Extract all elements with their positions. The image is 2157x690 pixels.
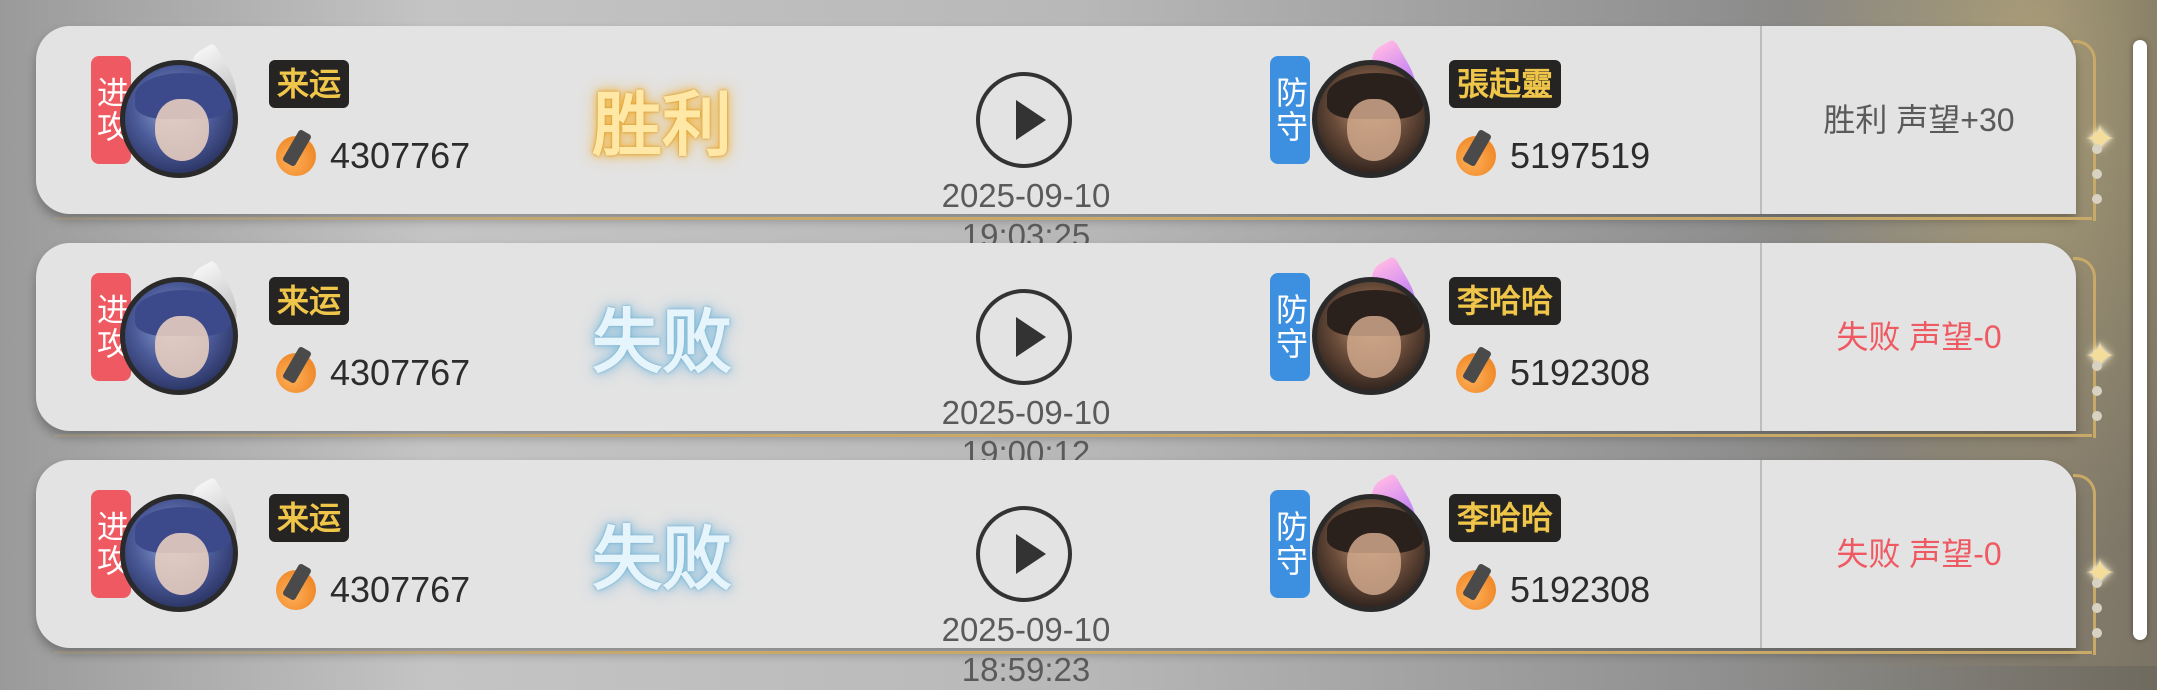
power-icon bbox=[276, 570, 316, 610]
attacker-avatar[interactable] bbox=[120, 277, 238, 395]
scrollbar[interactable] bbox=[2133, 40, 2147, 640]
battle-record-row: 进攻 来运 4307767 胜利 2025-09-10 19:03:25 防守 … bbox=[36, 26, 2116, 254]
attacker-power: 4307767 bbox=[330, 135, 471, 176]
power-icon bbox=[276, 136, 316, 176]
battle-result: 失败 bbox=[592, 518, 732, 600]
attacker-name: 来运 bbox=[269, 277, 350, 325]
play-icon bbox=[1016, 534, 1046, 574]
defend-tag: 防守 bbox=[1270, 273, 1310, 381]
defend-tag: 防守 bbox=[1270, 56, 1310, 164]
replay-play-button[interactable] bbox=[976, 72, 1072, 168]
defender-avatar[interactable] bbox=[1312, 494, 1430, 612]
power-icon bbox=[276, 353, 316, 393]
power-icon bbox=[1456, 570, 1496, 610]
battle-record-row: 进攻 来运 4307767 失败 2025-09-10 19:00:12 防守 … bbox=[36, 243, 2116, 471]
defend-tag: 防守 bbox=[1270, 490, 1310, 598]
battle-result: 胜利 bbox=[592, 84, 732, 166]
battle-record-list: 进攻 来运 4307767 胜利 2025-09-10 19:03:25 防守 … bbox=[0, 0, 2157, 688]
defender-name: 李哈哈 bbox=[1449, 277, 1562, 325]
attacker-avatar[interactable] bbox=[120, 60, 238, 178]
reward-text: 胜利 声望+30 bbox=[1823, 102, 2015, 138]
power-icon bbox=[1456, 136, 1496, 176]
defender-name: 李哈哈 bbox=[1449, 494, 1562, 542]
reward-text: 失败 声望-0 bbox=[1836, 319, 2002, 355]
defender-power: 5192308 bbox=[1510, 569, 1651, 610]
defender-avatar[interactable] bbox=[1312, 60, 1430, 178]
play-icon bbox=[1016, 100, 1046, 140]
attacker-avatar[interactable] bbox=[120, 494, 238, 612]
attacker-name: 来运 bbox=[269, 494, 350, 542]
power-icon bbox=[1456, 353, 1496, 393]
frame-dots bbox=[2092, 578, 2102, 638]
defender-name: 張起靈 bbox=[1449, 60, 1562, 108]
battle-timestamp: 2025-09-10 18:59:23 bbox=[941, 611, 1111, 688]
frame-dots bbox=[2092, 361, 2102, 421]
battle-result: 失败 bbox=[592, 301, 732, 383]
defender-power: 5197519 bbox=[1510, 135, 1651, 176]
reward-text: 失败 声望-0 bbox=[1836, 536, 2002, 572]
attacker-power: 4307767 bbox=[330, 352, 471, 393]
attacker-power: 4307767 bbox=[330, 569, 471, 610]
battle-record-row: 进攻 来运 4307767 失败 2025-09-10 18:59:23 防守 … bbox=[36, 460, 2116, 688]
defender-avatar[interactable] bbox=[1312, 277, 1430, 395]
replay-play-button[interactable] bbox=[976, 289, 1072, 385]
replay-play-button[interactable] bbox=[976, 506, 1072, 602]
play-icon bbox=[1016, 317, 1046, 357]
frame-dots bbox=[2092, 144, 2102, 204]
defender-power: 5192308 bbox=[1510, 352, 1651, 393]
attacker-name: 来运 bbox=[269, 60, 350, 108]
